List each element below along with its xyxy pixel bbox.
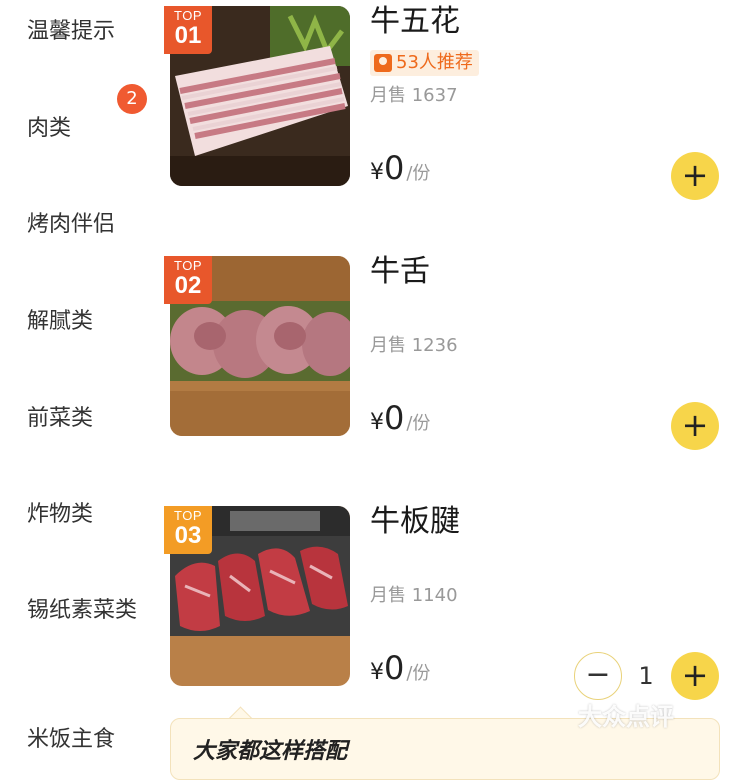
monthly-sales: 月售 1637	[370, 85, 458, 106]
add-to-cart-button[interactable]: +	[671, 152, 719, 200]
monthly-sales: 月售 1236	[370, 335, 458, 356]
quantity-value: 1	[638, 662, 654, 690]
combo-title: 大家都这样搭配	[193, 739, 348, 764]
product-card[interactable]: TOP 01 牛五花 53人推荐 月售 1637 ¥0/份 +	[0, 0, 750, 250]
rank-tag: TOP 02	[164, 256, 212, 304]
product-card[interactable]: TOP 02 牛舌 月售 1236 ¥0/份 +	[0, 250, 750, 500]
product-price: ¥0/份	[370, 399, 431, 437]
product-name: 牛五花	[370, 4, 460, 39]
product-price: ¥0/份	[370, 649, 431, 687]
rank-tag: TOP 03	[164, 506, 212, 554]
thumbs-up-icon	[374, 54, 392, 72]
rank-tag: TOP 01	[164, 6, 212, 54]
product-price: ¥0/份	[370, 149, 431, 187]
product-name: 牛板腱	[370, 504, 460, 539]
recommend-badge: 53人推荐	[370, 50, 479, 76]
product-name: 牛舌	[370, 254, 430, 289]
watermark-logo: 大众点评	[578, 703, 674, 731]
recommend-text: 53人推荐	[396, 52, 473, 73]
add-to-cart-button[interactable]: +	[671, 402, 719, 450]
decrease-quantity-button[interactable]: −	[574, 652, 622, 700]
monthly-sales: 月售 1140	[370, 585, 458, 606]
add-to-cart-button[interactable]: +	[671, 652, 719, 700]
